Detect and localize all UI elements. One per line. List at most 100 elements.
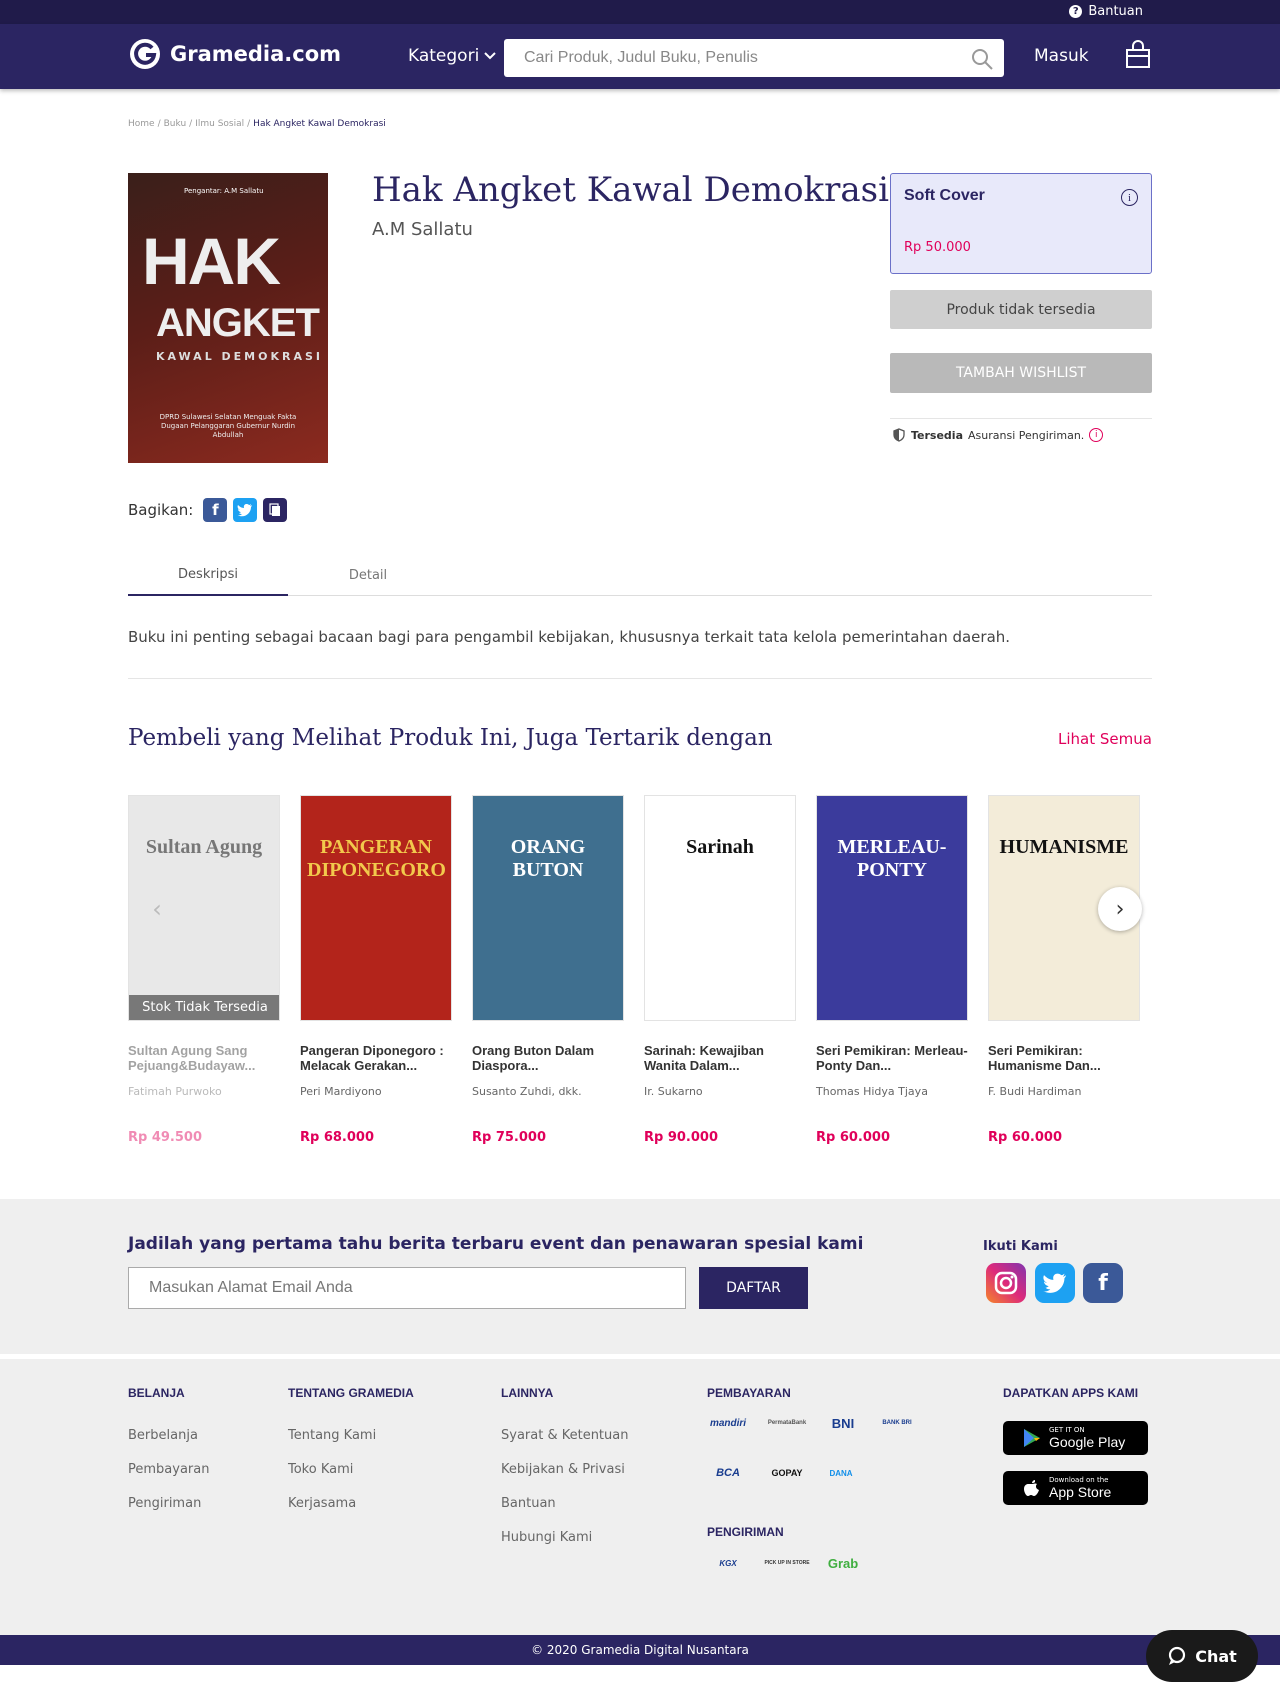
category-dropdown[interactable]: Kategori bbox=[408, 46, 497, 66]
footer-col-belanja: BELANJA Berbelanja Pembayaran Pengiriman bbox=[128, 1386, 209, 1530]
carousel-prev-icon[interactable]: ‹ bbox=[142, 887, 172, 931]
cover-title-line3: KAWAL DEMOKRASI bbox=[156, 350, 323, 363]
tab-deskripsi[interactable]: Deskripsi bbox=[128, 555, 288, 596]
footer-link[interactable]: Syarat & Ketentuan bbox=[501, 1428, 628, 1443]
product-card[interactable]: MERLEAU-PONTY Seri Pemikiran: Merleau-Pon… bbox=[816, 795, 968, 1145]
share-label: Bagikan: bbox=[128, 501, 194, 519]
breadcrumb-buku[interactable]: Buku bbox=[164, 119, 187, 129]
product-card-author: Thomas Hidya Tjaya bbox=[816, 1085, 928, 1098]
main-header: Gramedia.com Kategori Masuk bbox=[0, 24, 1280, 89]
copyright-bar: © 2020 Gramedia Digital Nusantara bbox=[0, 1635, 1280, 1665]
format-option-soft-cover[interactable]: Soft Cover i Rp 50.000 bbox=[890, 173, 1152, 274]
product-description: Buku ini penting sebagai bacaan bagi par… bbox=[128, 628, 1011, 646]
shopping-bag-icon[interactable] bbox=[1123, 40, 1153, 70]
footer-link[interactable]: Pembayaran bbox=[128, 1462, 209, 1477]
product-card-cover-title: HUMANISME bbox=[999, 836, 1129, 858]
footer-col-tentang: TENTANG GRAMEDIA Tentang Kami Toko Kami … bbox=[288, 1386, 414, 1530]
chevron-down-icon bbox=[484, 52, 497, 60]
insurance-text: Asuransi Pengiriman. bbox=[968, 428, 1085, 442]
footer-link[interactable]: Kebijakan & Privasi bbox=[501, 1462, 628, 1477]
footer-col-lainnya: LAINNYA Syarat & Ketentuan Kebijakan & P… bbox=[501, 1386, 628, 1564]
unavailable-button[interactable]: Produk tidak tersedia bbox=[890, 290, 1152, 329]
product-card[interactable]: PANGERAN DIPONEGORO Pangeran Diponegoro :… bbox=[300, 795, 452, 1145]
google-play-button[interactable]: GET IT ON Google Play bbox=[1003, 1421, 1148, 1455]
login-button[interactable]: Masuk bbox=[1034, 46, 1089, 66]
chat-button[interactable]: Chat bbox=[1146, 1630, 1258, 1682]
carousel-next-icon[interactable]: › bbox=[1098, 887, 1142, 931]
footer-link[interactable]: Tentang Kami bbox=[288, 1428, 414, 1443]
search-input[interactable] bbox=[524, 47, 944, 69]
email-field[interactable] bbox=[128, 1267, 686, 1309]
search-icon[interactable] bbox=[970, 47, 994, 71]
footer-heading: DAPATKAN APPS KAMI bbox=[1003, 1386, 1139, 1400]
divider bbox=[890, 418, 1152, 419]
permatabank-logo: PermataBank bbox=[767, 1420, 807, 1426]
footer-link[interactable]: Kerjasama bbox=[288, 1496, 414, 1511]
format-name: Soft Cover bbox=[904, 187, 985, 204]
pickup-in-store-logo: PICK UP IN STORE bbox=[764, 1560, 810, 1566]
product-card-cover[interactable]: ORANG BUTON bbox=[472, 795, 624, 1021]
product-card[interactable]: Sarinah Sarinah: Kewajiban Wanita Dalam..… bbox=[644, 795, 796, 1145]
breadcrumb-current: Hak Angket Kawal Demokrasi bbox=[253, 119, 386, 129]
add-wishlist-button[interactable]: TAMBAH WISHLIST bbox=[890, 353, 1152, 393]
breadcrumb: Home / Buku / Ilmu Sosial / Hak Angket Kawa… bbox=[128, 119, 386, 129]
instagram-icon[interactable] bbox=[986, 1263, 1026, 1303]
bri-logo: BANK BRI bbox=[882, 1420, 912, 1426]
breadcrumb-home[interactable]: Home bbox=[128, 119, 155, 129]
format-price: Rp 50.000 bbox=[904, 240, 971, 255]
footer-heading: TENTANG GRAMEDIA bbox=[288, 1386, 414, 1400]
facebook-icon[interactable]: f bbox=[1083, 1263, 1123, 1303]
product-author[interactable]: A.M Sallatu bbox=[372, 219, 473, 240]
see-all-link[interactable]: Lihat Semua bbox=[1058, 730, 1152, 748]
footer-link[interactable]: Pengiriman bbox=[128, 1496, 209, 1511]
cover-title-line1: HAK bbox=[142, 224, 281, 298]
footer-heading: PENGIRIMAN bbox=[707, 1525, 784, 1539]
top-bar: ? Bantuan bbox=[0, 0, 1280, 24]
tab-detail[interactable]: Detail bbox=[288, 555, 448, 596]
product-card-cover[interactable]: MERLEAU-PONTY bbox=[816, 795, 968, 1021]
product-card[interactable]: ORANG BUTON Orang Buton Dalam Diaspora...… bbox=[472, 795, 624, 1145]
google-play-big: Google Play bbox=[1049, 1434, 1126, 1450]
app-store-button[interactable]: Download on the App Store bbox=[1003, 1471, 1148, 1505]
facebook-share-icon[interactable]: f bbox=[203, 498, 228, 522]
product-card[interactable]: Sultan Agung Stok Tidak Tersedia Sultan Ag… bbox=[128, 795, 280, 1145]
footer-link[interactable]: Toko Kami bbox=[288, 1462, 414, 1477]
product-card-title[interactable]: Seri Pemikiran: Humanisme Dan... bbox=[988, 1043, 1140, 1077]
product-card-title[interactable]: Sultan Agung Sang Pejuang&Budayaw... bbox=[128, 1043, 280, 1077]
chat-label: Chat bbox=[1195, 1646, 1237, 1666]
info-icon[interactable]: i bbox=[1121, 189, 1138, 206]
product-card-title[interactable]: Sarinah: Kewajiban Wanita Dalam... bbox=[644, 1043, 796, 1077]
product-card-cover[interactable]: Sarinah bbox=[644, 795, 796, 1021]
gramedia-logo-icon bbox=[130, 39, 160, 69]
shield-icon bbox=[893, 428, 905, 442]
category-label: Kategori bbox=[408, 46, 480, 66]
footer-link[interactable]: Hubungi Kami bbox=[501, 1530, 628, 1545]
insurance-status: Tersedia bbox=[911, 428, 964, 442]
product-card-cover[interactable]: PANGERAN DIPONEGORO bbox=[300, 795, 452, 1021]
footer-link[interactable]: Berbelanja bbox=[128, 1428, 209, 1443]
product-card-title[interactable]: Pangeran Diponegoro : Melacak Gerakan... bbox=[300, 1043, 452, 1077]
breadcrumb-ilmu-sosial[interactable]: Ilmu Sosial bbox=[195, 119, 244, 129]
product-card-price: Rp 49.500 bbox=[128, 1130, 203, 1145]
copy-link-icon[interactable] bbox=[263, 498, 288, 522]
product-tabs: Deskripsi Detail bbox=[128, 555, 1152, 596]
product-card[interactable]: HUMANISME Seri Pemikiran: Humanisme Dan..… bbox=[988, 795, 1140, 1145]
subscribe-button[interactable]: DAFTAR bbox=[699, 1267, 808, 1309]
product-card-author: Ir. Sukarno bbox=[644, 1085, 703, 1098]
dana-logo: DANA bbox=[829, 1468, 853, 1478]
info-icon[interactable]: i bbox=[1089, 428, 1104, 442]
twitter-share-icon[interactable] bbox=[233, 498, 258, 522]
shipping-insurance-note: Tersedia Asuransi Pengiriman. i bbox=[892, 428, 1104, 442]
product-card-price: Rp 68.000 bbox=[300, 1130, 375, 1145]
twitter-icon[interactable] bbox=[1035, 1263, 1075, 1303]
product-card-title[interactable]: Orang Buton Dalam Diaspora... bbox=[472, 1043, 624, 1077]
product-card-cover-title: ORANG BUTON bbox=[510, 836, 586, 881]
product-card-price: Rp 60.000 bbox=[816, 1130, 891, 1145]
google-play-small: GET IT ON bbox=[1049, 1426, 1085, 1434]
footer-link[interactable]: Bantuan bbox=[501, 1496, 628, 1511]
product-card-title[interactable]: Seri Pemikiran: Merleau-Ponty Dan... bbox=[816, 1043, 968, 1077]
product-cover-image[interactable]: Pengantar: A.M Sallatu HAK ANGKET KAWAL … bbox=[128, 173, 328, 463]
mandiri-logo: mandiri bbox=[709, 1417, 747, 1429]
gramedia-logo[interactable]: Gramedia.com bbox=[128, 37, 341, 71]
help-link[interactable]: ? Bantuan bbox=[1069, 4, 1143, 19]
